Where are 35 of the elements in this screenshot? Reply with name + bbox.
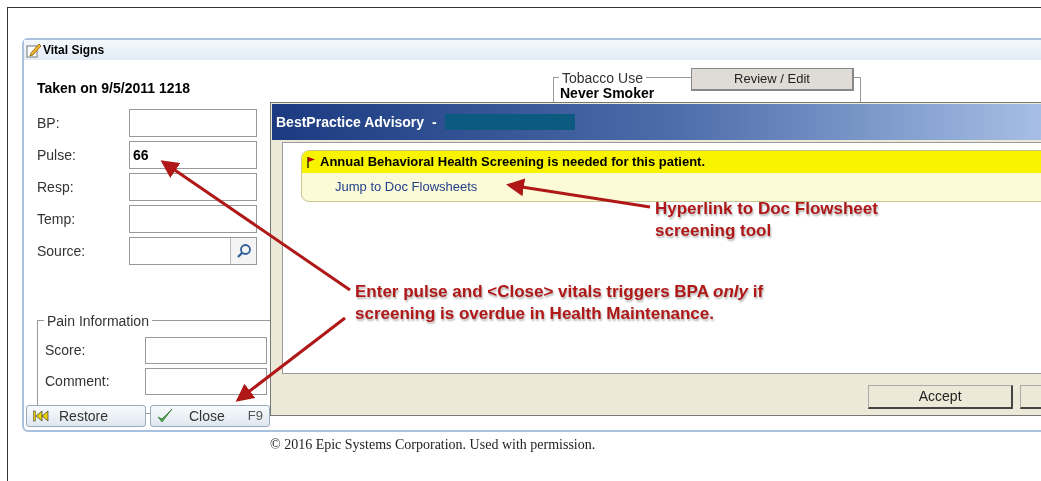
checkmark-icon <box>157 408 173 424</box>
field-label: Source: <box>37 241 87 261</box>
input-field[interactable] <box>129 173 257 201</box>
lookup-field[interactable] <box>129 237 257 265</box>
link[interactable]: Jump to Doc Flowsheets <box>335 177 478 197</box>
search-button[interactable] <box>230 238 256 264</box>
field-label: Temp: <box>37 209 77 229</box>
field-label: Resp: <box>37 177 75 197</box>
input-field[interactable] <box>129 109 257 137</box>
review-edit-button[interactable]: Review / Edit <box>691 68 854 91</box>
annotation-text: screening tool <box>655 220 773 242</box>
rewind-icon <box>33 410 49 422</box>
copyright-notice: © 2016 Epic Systems Corporation. Used with permission. <box>270 436 596 454</box>
search-icon <box>235 243 252 259</box>
input-field[interactable]: 66 <box>129 141 257 169</box>
pencil-icon <box>26 42 42 58</box>
field-label: Score: <box>45 341 87 360</box>
section-heading: Taken on 9/5/2011 1218 <box>37 79 192 98</box>
input-field[interactable] <box>145 368 267 395</box>
annotation-text: Enter pulse and <Close> vitals triggers BPA only if <box>355 281 764 303</box>
window-title: BestPractice Advisory - <box>276 112 437 132</box>
field-label: Comment: <box>45 372 111 391</box>
input-field[interactable] <box>129 205 257 233</box>
flag-icon <box>306 156 316 168</box>
close-button[interactable]: Close F9 <box>150 405 270 427</box>
accept-button[interactable]: Accept <box>868 385 1014 409</box>
button[interactable] <box>1020 385 1041 409</box>
field-label: Pulse: <box>37 145 77 165</box>
input-field[interactable] <box>145 337 267 364</box>
window-title: Vital Signs <box>43 42 105 59</box>
alert-message: Annual Behavioral Health Screening is needed for this patient. <box>320 153 706 172</box>
annotation-text: Hyperlink to Doc Flowsheet <box>655 198 878 220</box>
field-label: BP: <box>37 113 61 133</box>
annotation-text: screening is overdue in Health Maintenance. <box>355 303 715 325</box>
restore-button[interactable]: Restore <box>26 405 146 427</box>
